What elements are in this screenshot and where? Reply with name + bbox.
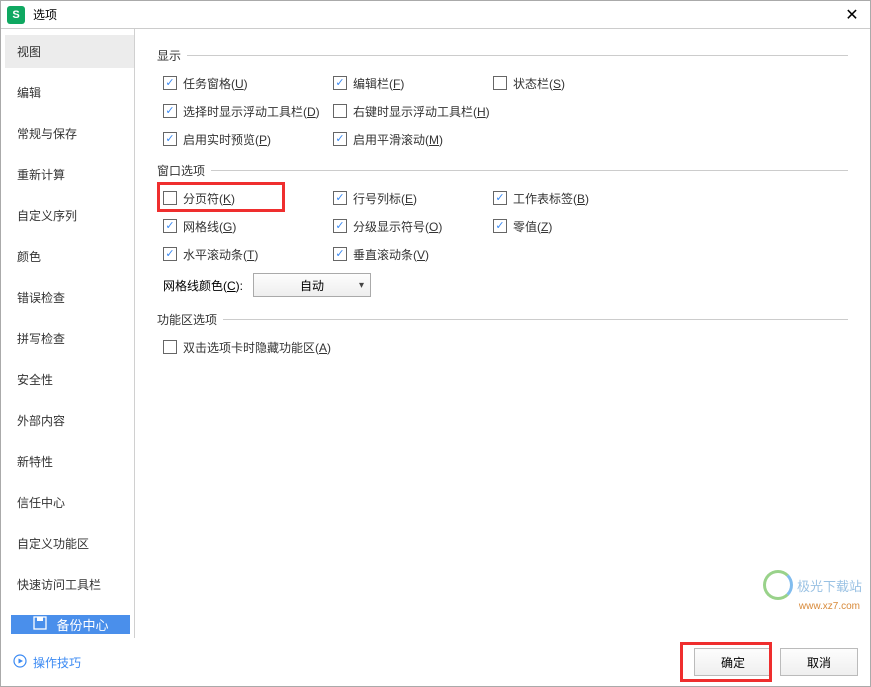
check-icon: ✓: [333, 247, 347, 261]
checkbox-gridlines[interactable]: ✓ 网格线(G): [163, 218, 236, 235]
dialog-body: 视图 编辑 常规与保存 重新计算 自定义序列 颜色 错误检查 拼写检查 安全性 …: [1, 29, 870, 638]
group-window-header: 窗口选项: [157, 162, 848, 179]
backup-icon: [32, 615, 48, 634]
check-icon: [333, 104, 347, 118]
check-icon: ✓: [333, 132, 347, 146]
sidebar-item-edit[interactable]: 编辑: [5, 76, 134, 109]
checkbox-outline-symbols[interactable]: ✓ 分级显示符号(O): [333, 218, 442, 235]
sidebar-item-general-save[interactable]: 常规与保存: [5, 117, 134, 150]
checkbox-smooth-scroll[interactable]: ✓ 启用平滑滚动(M): [333, 131, 443, 148]
watermark-url: www.xz7.com: [799, 601, 860, 612]
ok-button[interactable]: 确定: [694, 648, 772, 676]
backup-label: 备份中心: [56, 615, 108, 634]
tips-label: 操作技巧: [33, 654, 81, 671]
check-icon: ✓: [163, 247, 177, 261]
sidebar-item-custom-list[interactable]: 自定义序列: [5, 199, 134, 232]
sidebar-item-security[interactable]: 安全性: [5, 363, 134, 396]
sidebar-item-trust-center[interactable]: 信任中心: [5, 486, 134, 519]
app-icon: S: [7, 6, 25, 24]
check-icon: ✓: [493, 219, 507, 233]
group-display: 显示 ✓ 任务窗格(U) ✓ 编辑栏(F): [157, 47, 848, 148]
sidebar-list: 视图 编辑 常规与保存 重新计算 自定义序列 颜色 错误检查 拼写检查 安全性 …: [5, 35, 134, 609]
checkbox-live-preview[interactable]: ✓ 启用实时预览(P): [163, 131, 271, 148]
tips-link[interactable]: 操作技巧: [13, 654, 81, 671]
content-panel: 显示 ✓ 任务窗格(U) ✓ 编辑栏(F): [135, 29, 870, 638]
checkbox-sel-float-toolbar[interactable]: ✓ 选择时显示浮动工具栏(D): [163, 103, 320, 120]
close-button[interactable]: ✕: [840, 3, 864, 27]
check-icon: ✓: [333, 76, 347, 90]
checkbox-hscroll[interactable]: ✓ 水平滚动条(T): [163, 246, 258, 263]
sidebar-item-spellcheck[interactable]: 拼写检查: [5, 322, 134, 355]
group-display-header: 显示: [157, 47, 848, 64]
check-icon: [163, 340, 177, 354]
gridline-color-label: 网格线颜色(C):: [163, 277, 243, 294]
sidebar-item-recalc[interactable]: 重新计算: [5, 158, 134, 191]
sidebar-item-view[interactable]: 视图: [5, 35, 134, 68]
sidebar-item-color[interactable]: 颜色: [5, 240, 134, 273]
checkbox-rclick-float-toolbar[interactable]: 右键时显示浮动工具栏(H): [333, 103, 490, 120]
sidebar-item-external[interactable]: 外部内容: [5, 404, 134, 437]
check-icon: ✓: [163, 76, 177, 90]
play-icon: [13, 654, 27, 671]
sidebar-item-custom-ribbon[interactable]: 自定义功能区: [5, 527, 134, 560]
titlebar: S 选项 ✕: [1, 1, 870, 29]
sidebar-item-error-check[interactable]: 错误检查: [5, 281, 134, 314]
checkbox-zeros[interactable]: ✓ 零值(Z): [493, 218, 552, 235]
dialog-title: 选项: [33, 6, 840, 23]
cancel-button[interactable]: 取消: [780, 648, 858, 676]
group-ribbon: 功能区选项 双击选项卡时隐藏功能区(A): [157, 311, 848, 356]
check-icon: [163, 191, 177, 205]
check-icon: ✓: [163, 132, 177, 146]
checkbox-task-pane[interactable]: ✓ 任务窗格(U): [163, 75, 248, 92]
group-ribbon-header: 功能区选项: [157, 311, 848, 328]
gridline-color-select[interactable]: 自动: [253, 273, 371, 297]
check-icon: ✓: [333, 219, 347, 233]
sidebar: 视图 编辑 常规与保存 重新计算 自定义序列 颜色 错误检查 拼写检查 安全性 …: [1, 29, 135, 638]
checkbox-vscroll[interactable]: ✓ 垂直滚动条(V): [333, 246, 429, 263]
checkbox-page-break[interactable]: 分页符(K): [163, 190, 235, 207]
sidebar-item-quick-access[interactable]: 快速访问工具栏: [5, 568, 134, 601]
check-icon: ✓: [493, 191, 507, 205]
dialog-footer: 操作技巧 确定 取消: [1, 638, 870, 686]
checkbox-status-bar[interactable]: 状态栏(S): [493, 75, 565, 92]
checkbox-formula-bar[interactable]: ✓ 编辑栏(F): [333, 75, 404, 92]
options-dialog: S 选项 ✕ 视图 编辑 常规与保存 重新计算 自定义序列 颜色 错误检查 拼写…: [0, 0, 871, 687]
check-icon: ✓: [163, 219, 177, 233]
group-window: 窗口选项 分页符(K) ✓ 行号列标(E): [157, 162, 848, 297]
check-icon: ✓: [163, 104, 177, 118]
check-icon: [493, 76, 507, 90]
backup-center-button[interactable]: 备份中心: [11, 615, 130, 634]
check-icon: ✓: [333, 191, 347, 205]
checkbox-sheet-tabs[interactable]: ✓ 工作表标签(B): [493, 190, 589, 207]
checkbox-dblclick-hide-ribbon[interactable]: 双击选项卡时隐藏功能区(A): [163, 339, 331, 356]
sidebar-item-new-features[interactable]: 新特性: [5, 445, 134, 478]
checkbox-row-col-headers[interactable]: ✓ 行号列标(E): [333, 190, 417, 207]
